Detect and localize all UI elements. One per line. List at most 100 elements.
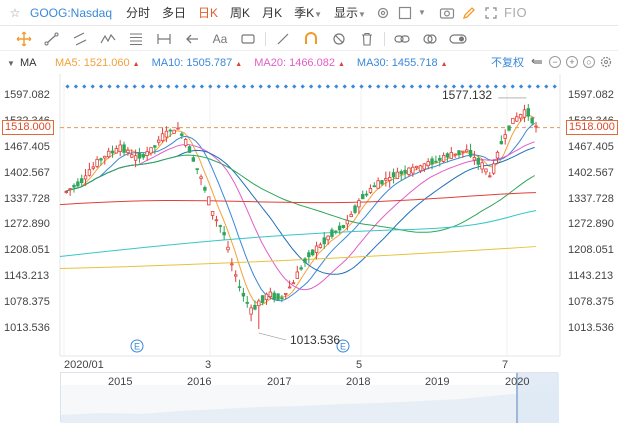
- candle-body: [403, 169, 407, 174]
- pencil-icon[interactable]: [458, 4, 480, 22]
- drawing-toolbar: Aa: [0, 27, 618, 51]
- event-dot: [392, 84, 398, 89]
- candle-body: [438, 157, 442, 161]
- fullscreen-icon[interactable]: [480, 4, 502, 22]
- tab-intraday[interactable]: 分时: [120, 4, 156, 21]
- event-dot: [502, 84, 507, 89]
- candle-body: [245, 301, 249, 304]
- checkbox-icon[interactable]: [394, 4, 416, 22]
- toggle-icon[interactable]: [444, 29, 472, 49]
- year-label: 2020: [505, 376, 530, 388]
- high-price-annotation: 1577.132: [442, 88, 493, 102]
- camera-icon[interactable]: [436, 4, 458, 22]
- ma-label[interactable]: MA: [20, 57, 55, 69]
- candle-body: [461, 150, 465, 153]
- candle-body: [488, 175, 492, 178]
- measure-range-icon[interactable]: [150, 29, 178, 49]
- trend-line-icon[interactable]: [38, 29, 66, 49]
- up-arrow-icon: ▲: [440, 61, 448, 68]
- tab-display[interactable]: 显示▼: [328, 4, 372, 21]
- channel-icon[interactable]: [66, 29, 94, 49]
- tab-quarterly-k-label: 季K: [294, 6, 315, 20]
- candlesticks: [64, 103, 538, 329]
- candle-body: [133, 155, 138, 161]
- collapse-chevron-icon[interactable]: ▼: [2, 59, 20, 68]
- event-dot: [292, 84, 297, 89]
- tab-daily-k[interactable]: 日K: [192, 4, 224, 21]
- event-dot: [98, 84, 104, 89]
- wave-pattern-icon[interactable]: [94, 29, 122, 49]
- year-label: 2015: [108, 376, 133, 388]
- magnet-icon[interactable]: [297, 29, 325, 49]
- candle-body: [368, 188, 373, 193]
- candle-body: [395, 171, 400, 180]
- candle-body: [153, 145, 157, 148]
- zoom-out-icon[interactable]: −: [549, 56, 561, 68]
- candle-body: [499, 141, 504, 145]
- ma120-line: [59, 192, 537, 206]
- settings-icon[interactable]: [600, 56, 612, 68]
- link-icon[interactable]: [388, 29, 416, 49]
- event-dot: [527, 84, 532, 89]
- candle-body: [326, 235, 330, 241]
- star-icon[interactable]: ☆: [6, 6, 24, 20]
- arrow-left-icon[interactable]: [178, 29, 206, 49]
- hide-drawings-icon[interactable]: [325, 29, 353, 49]
- candle-body: [164, 130, 169, 138]
- candle-body: [299, 267, 303, 270]
- candle-body: [468, 150, 473, 157]
- dropdown-chevron-icon[interactable]: ▼: [416, 4, 428, 22]
- candle-body: [99, 158, 103, 161]
- up-arrow-icon: ▲: [235, 61, 243, 68]
- year-label: 2016: [187, 376, 212, 388]
- candle-body: [83, 175, 88, 180]
- adjust-mode-link[interactable]: 不复权: [491, 54, 524, 70]
- event-dot: [418, 84, 423, 89]
- candle-body: [122, 144, 126, 153]
- delete-icon[interactable]: [353, 29, 381, 49]
- navigator-years: 2015 2016 2017 2018 2019 2020: [0, 376, 618, 390]
- chevron-down-icon: ▼: [314, 10, 323, 19]
- candle-body: [180, 133, 184, 136]
- event-dot: [325, 84, 331, 89]
- tab-multi-day[interactable]: 多日: [156, 4, 192, 21]
- event-dot: [266, 84, 272, 89]
- candle-body: [303, 258, 307, 263]
- event-dot: [82, 84, 87, 89]
- candle-body: [418, 165, 423, 172]
- text-tool-icon[interactable]: Aa: [206, 29, 234, 49]
- candle-body: [310, 249, 315, 256]
- back-arrow-icon[interactable]: [530, 55, 544, 70]
- year-label: 2017: [267, 376, 292, 388]
- tab-weekly-k[interactable]: 周K: [224, 4, 256, 21]
- candle-body: [233, 274, 238, 277]
- candle-body: [183, 138, 188, 146]
- event-dot: [334, 84, 339, 89]
- fio-label[interactable]: FIO: [504, 5, 527, 20]
- event-dot: [367, 84, 373, 89]
- kline-chart[interactable]: EE: [0, 74, 618, 374]
- event-dot: [258, 84, 263, 89]
- event-dot: [544, 84, 549, 89]
- tab-quarterly-k[interactable]: 季K▼: [288, 4, 328, 21]
- candle-body: [384, 178, 388, 181]
- candle-body: [414, 165, 419, 169]
- candle-body: [76, 181, 80, 187]
- event-dot: [342, 84, 347, 89]
- toolbar-divider: [384, 31, 385, 46]
- rectangle-tool-icon[interactable]: [234, 29, 262, 49]
- overlay-icon[interactable]: [416, 29, 444, 49]
- event-dot: [157, 84, 163, 89]
- fibonacci-icon[interactable]: [122, 29, 150, 49]
- event-dot: [65, 84, 70, 89]
- candle-body: [445, 153, 450, 158]
- event-dot: [426, 84, 431, 89]
- candle-body: [372, 185, 376, 188]
- tab-monthly-k[interactable]: 月K: [256, 4, 288, 21]
- zoom-in-icon[interactable]: +: [566, 56, 578, 68]
- candle-body: [214, 219, 219, 222]
- settings-gear-icon[interactable]: [372, 4, 394, 22]
- line-tool-icon[interactable]: [269, 29, 297, 49]
- crosshair-icon[interactable]: [10, 29, 38, 49]
- reset-icon[interactable]: ○: [583, 56, 595, 68]
